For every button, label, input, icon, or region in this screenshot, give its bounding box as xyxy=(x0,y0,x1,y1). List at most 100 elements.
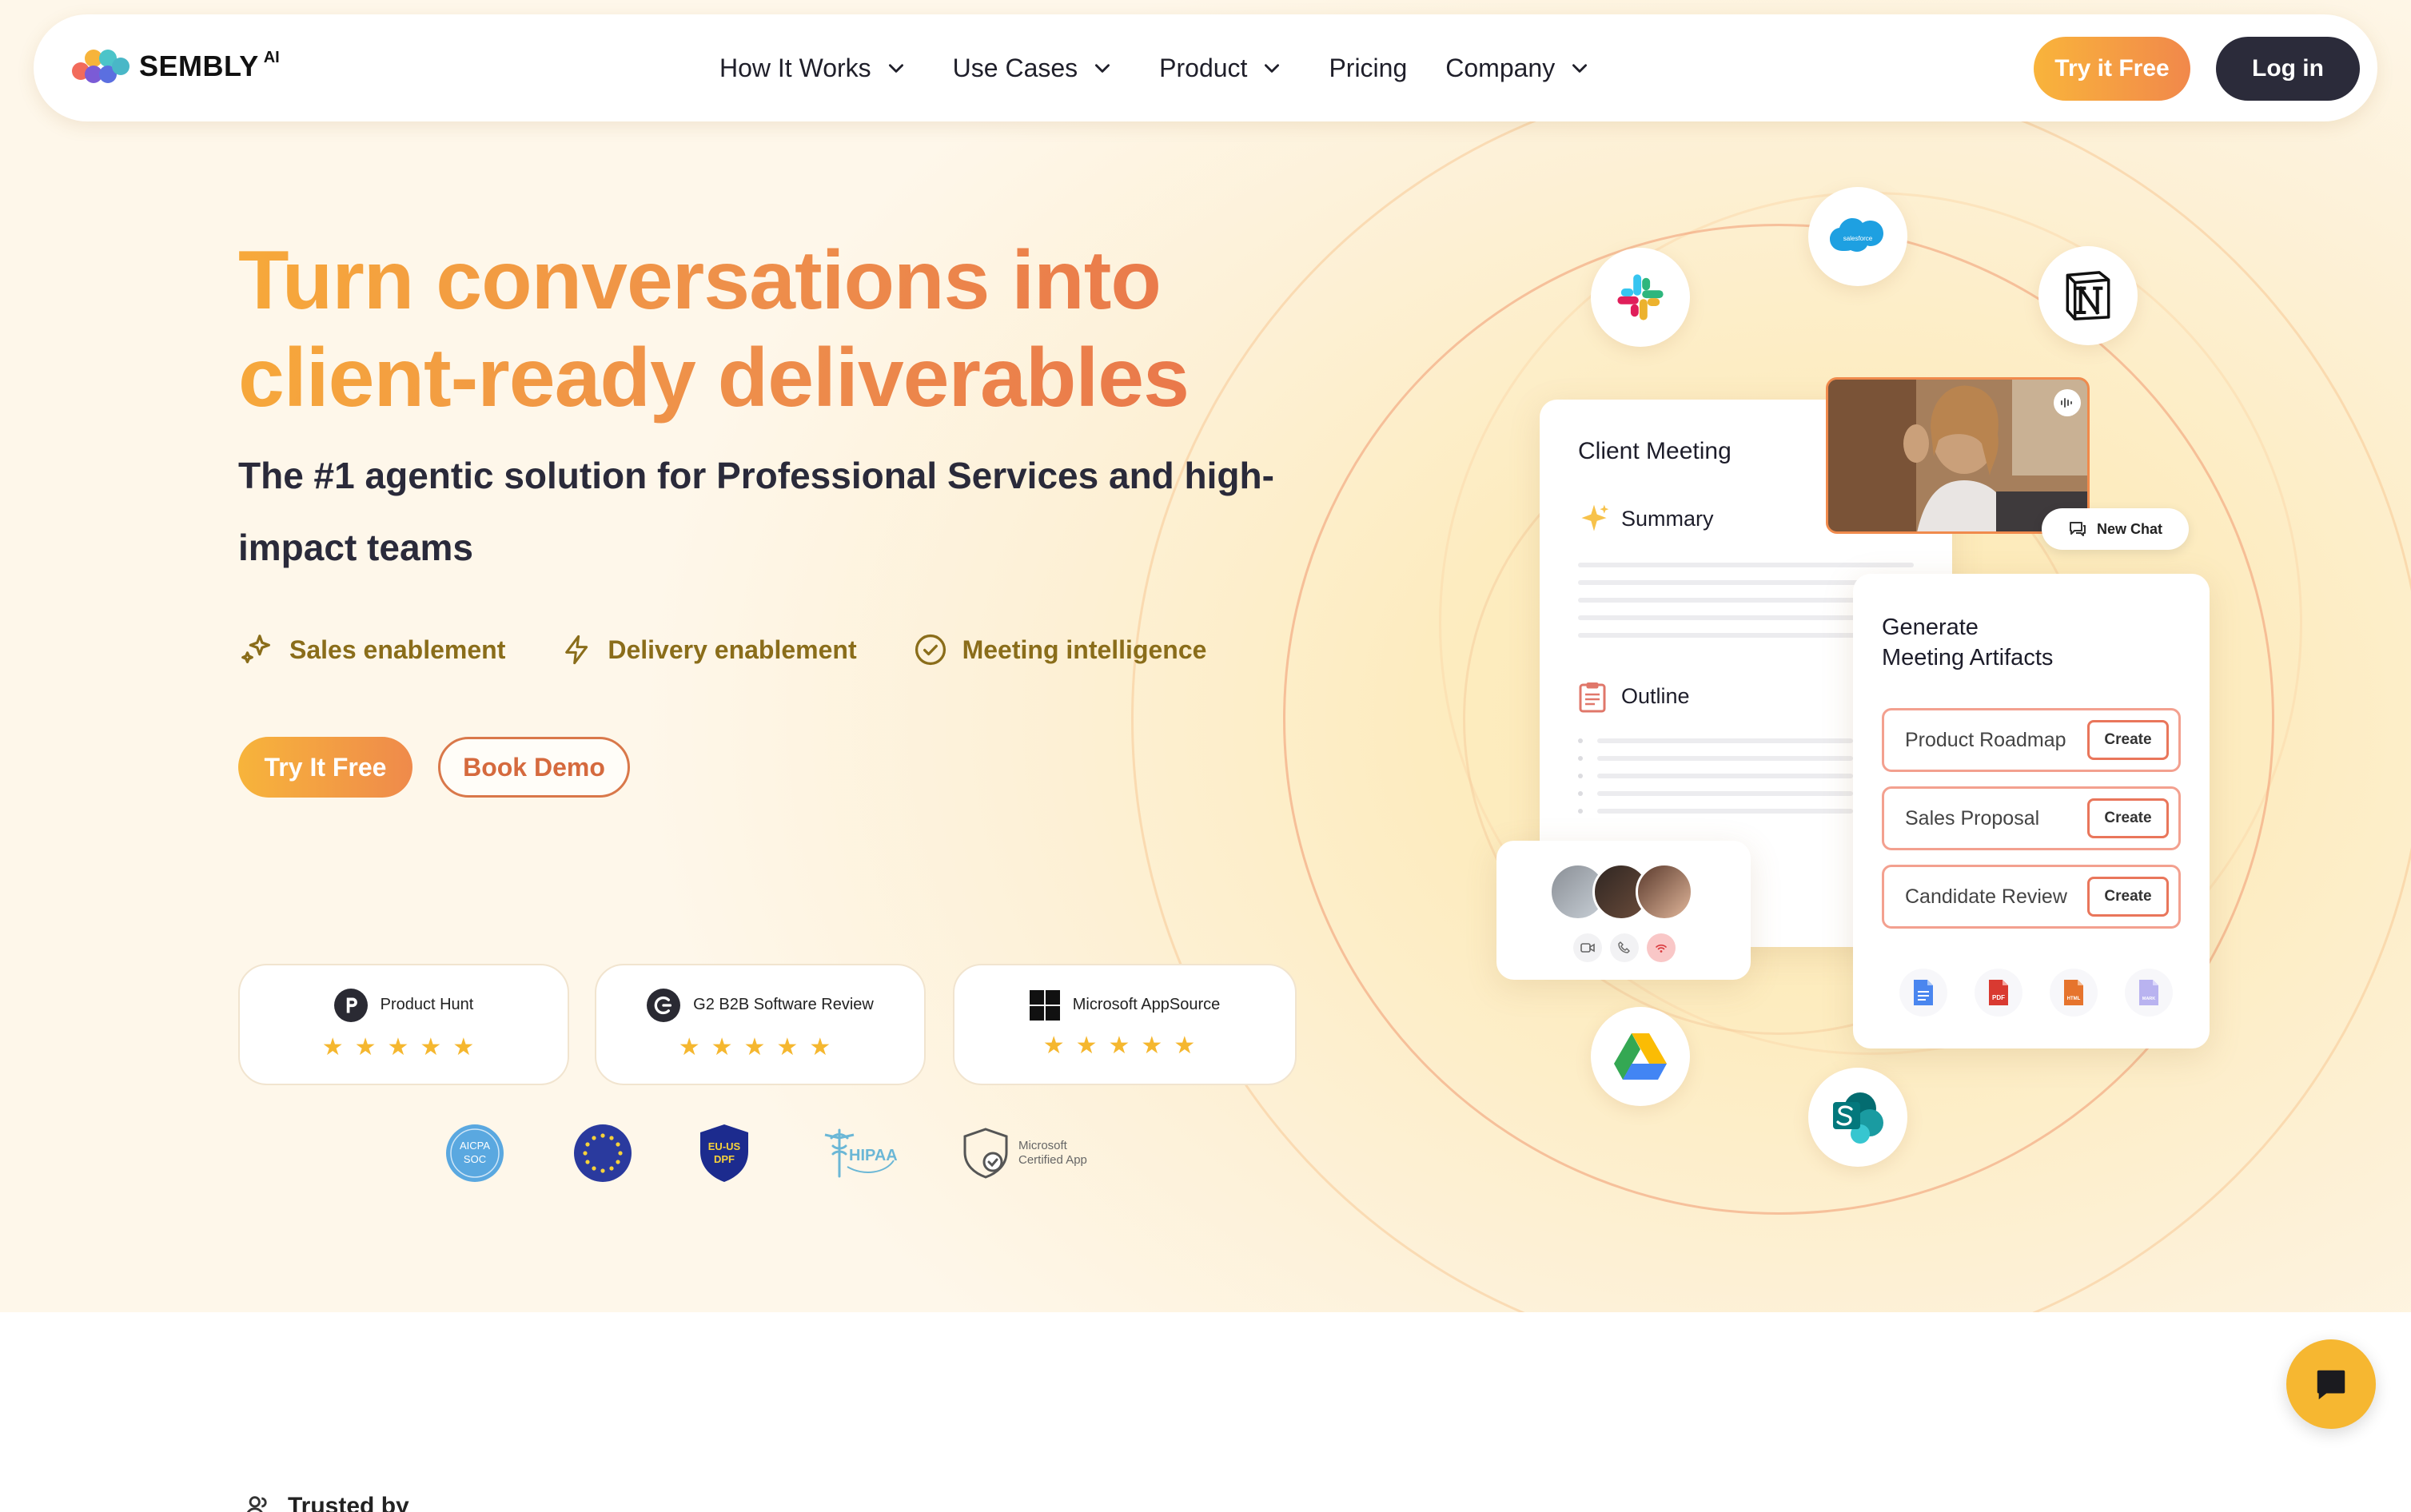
new-chat-label: New Chat xyxy=(2096,520,2162,537)
aicpa-soc-badge-icon: AICPA SOC xyxy=(446,1124,504,1182)
feature-meeting-intelligence: Meeting intelligence xyxy=(913,632,1207,667)
sparkle-icon xyxy=(241,635,270,663)
chat-bubble-icon xyxy=(2317,1370,2345,1400)
artifact-sales-proposal: Sales Proposal Create xyxy=(1882,786,2181,850)
artifact-candidate-review: Candidate Review Create xyxy=(1882,865,2181,929)
nav-item-pricing[interactable]: Pricing xyxy=(1329,54,1407,83)
artifacts-title-line-2: Meeting Artifacts xyxy=(1882,645,2054,670)
artifact-label: Product Roadmap xyxy=(1905,728,2066,751)
login-button[interactable]: Log in xyxy=(2216,37,2360,101)
review-badge-product-hunt[interactable]: Product Hunt ★★★★★ xyxy=(238,964,569,1085)
nav-item-label: Pricing xyxy=(1329,53,1408,82)
review-badge-microsoft[interactable]: Microsoft AppSource ★★★★★ xyxy=(953,964,1297,1085)
try-free-nav-button[interactable]: Try it Free xyxy=(2034,37,2190,101)
meeting-title: Client Meeting xyxy=(1578,438,1732,464)
artifact-label: Candidate Review xyxy=(1905,885,2067,908)
g2-icon xyxy=(647,988,681,1022)
chevron-down-icon xyxy=(1095,64,1110,73)
create-candidate-review-button[interactable]: Create xyxy=(2087,877,2169,917)
slack-integration-icon xyxy=(1591,248,1690,347)
pdf-icon: PDF xyxy=(1975,969,2022,1017)
support-chat-button[interactable] xyxy=(2286,1339,2376,1429)
nav-item-how-it-works[interactable]: How It Works xyxy=(719,54,907,83)
create-sales-proposal-button[interactable]: Create xyxy=(2087,798,2169,838)
nav-item-label: Product xyxy=(1159,53,1248,82)
feature-label: Sales enablement xyxy=(289,635,506,664)
new-chat-button[interactable]: New Chat xyxy=(2042,508,2189,550)
review-source-label: Microsoft AppSource xyxy=(1072,996,1221,1013)
chat-icon xyxy=(2069,522,2086,536)
meeting-artifacts-card: Generate Meeting Artifacts Product Roadm… xyxy=(1853,574,2210,1048)
chevron-down-icon xyxy=(888,64,903,73)
headline-line-1: Turn conversations into xyxy=(238,234,1161,327)
review-source-label: G2 B2B Software Review xyxy=(693,996,874,1013)
sparkle-icon xyxy=(1581,504,1609,531)
logo-wordmark: SEMBLY xyxy=(139,50,259,82)
nav-item-label: Use Cases xyxy=(952,53,1078,82)
lightning-icon xyxy=(565,635,588,665)
hero-subheadline: The #1 agentic solution for Professional… xyxy=(238,455,1274,568)
end-call-icon[interactable] xyxy=(1647,933,1676,962)
camera-icon[interactable] xyxy=(1573,933,1602,962)
gdpr-eu-badge-icon xyxy=(574,1124,632,1182)
artifacts-title-line-1: Generate xyxy=(1882,615,1979,640)
star-rating: ★★★★★ xyxy=(678,1033,843,1060)
audio-wave-icon xyxy=(2054,389,2081,416)
html-file-icon: HTML xyxy=(2050,969,2098,1017)
eu-us-dpf-badge-icon: EU-US DPF xyxy=(700,1124,748,1182)
ms-cert-line-2: Certified App xyxy=(1018,1153,1087,1167)
check-circle-icon xyxy=(915,634,946,666)
outline-label: Outline xyxy=(1621,684,1690,708)
top-navigation: SEMBLY AI How It Works Use Cases Product… xyxy=(34,14,2377,121)
eu-us-label: EU-US xyxy=(708,1140,741,1152)
logo-superscript: AI xyxy=(263,48,280,66)
artifact-product-roadmap: Product Roadmap Create xyxy=(1882,708,2181,772)
try-free-hero-button[interactable]: Try It Free xyxy=(238,737,412,798)
nav-item-product[interactable]: Product xyxy=(1159,54,1282,83)
sembly-logo[interactable]: SEMBLY AI xyxy=(72,48,280,85)
trusted-by-label: Trusted by xyxy=(288,1493,409,1512)
soc-label: SOC xyxy=(464,1153,486,1165)
participant-avatar xyxy=(1636,863,1693,921)
feature-sales-enablement: Sales enablement xyxy=(238,631,505,668)
star-rating: ★★★★★ xyxy=(1042,1032,1207,1059)
trusted-by-heading: Trusted by xyxy=(245,1493,409,1512)
hero-headline: Turn conversations into client-ready del… xyxy=(238,232,1357,427)
summary-label: Summary xyxy=(1621,507,1714,531)
aicpa-label: AICPA xyxy=(460,1140,490,1152)
artifact-label: Sales Proposal xyxy=(1905,806,2040,830)
feature-delivery-enablement: Delivery enablement xyxy=(561,631,857,668)
google-drive-integration-icon xyxy=(1591,1007,1690,1106)
nav-menu: How It Works Use Cases Product Pricing C… xyxy=(719,14,1636,121)
salesforce-label: salesforce xyxy=(1843,235,1873,242)
book-demo-button[interactable]: Book Demo xyxy=(438,737,630,798)
pdf-file-label: PDF xyxy=(1992,994,2005,1001)
headline-line-2: client-ready deliverables xyxy=(238,332,1189,424)
markdown-file-label: MARK xyxy=(2142,997,2156,1001)
feature-list: Sales enablement Delivery enablement Mee… xyxy=(238,631,1262,668)
nav-item-company[interactable]: Company xyxy=(1445,54,1590,83)
phone-icon[interactable] xyxy=(1610,933,1639,962)
nav-item-use-cases[interactable]: Use Cases xyxy=(953,54,1114,83)
clipboard-icon xyxy=(1579,682,1606,713)
sharepoint-integration-icon xyxy=(1808,1068,1907,1167)
star-rating: ★★★★★ xyxy=(321,1033,486,1060)
microsoft-icon xyxy=(1029,989,1060,1021)
video-participant-thumbnail xyxy=(1826,377,2090,534)
feature-label: Delivery enablement xyxy=(608,635,857,664)
review-source-label: Product Hunt xyxy=(380,996,474,1013)
chevron-down-icon xyxy=(1572,64,1588,73)
feature-label: Meeting intelligence xyxy=(962,635,1207,664)
users-icon xyxy=(246,1496,267,1512)
microsoft-certified-badge: Microsoft Certified App xyxy=(961,1127,1087,1180)
notion-integration-icon xyxy=(2038,246,2138,345)
hipaa-label: HIPAA xyxy=(849,1147,898,1164)
ms-cert-line-1: Microsoft xyxy=(1018,1139,1067,1152)
google-docs-icon xyxy=(1899,969,1947,1017)
logo-mark-icon xyxy=(72,48,130,85)
review-badge-g2[interactable]: G2 B2B Software Review ★★★★★ xyxy=(595,964,926,1085)
artifacts-title: Generate Meeting Artifacts xyxy=(1882,612,2053,673)
chevron-down-icon xyxy=(1265,64,1280,73)
create-product-roadmap-button[interactable]: Create xyxy=(2087,720,2169,760)
html-file-label: HTML xyxy=(2067,997,2081,1001)
